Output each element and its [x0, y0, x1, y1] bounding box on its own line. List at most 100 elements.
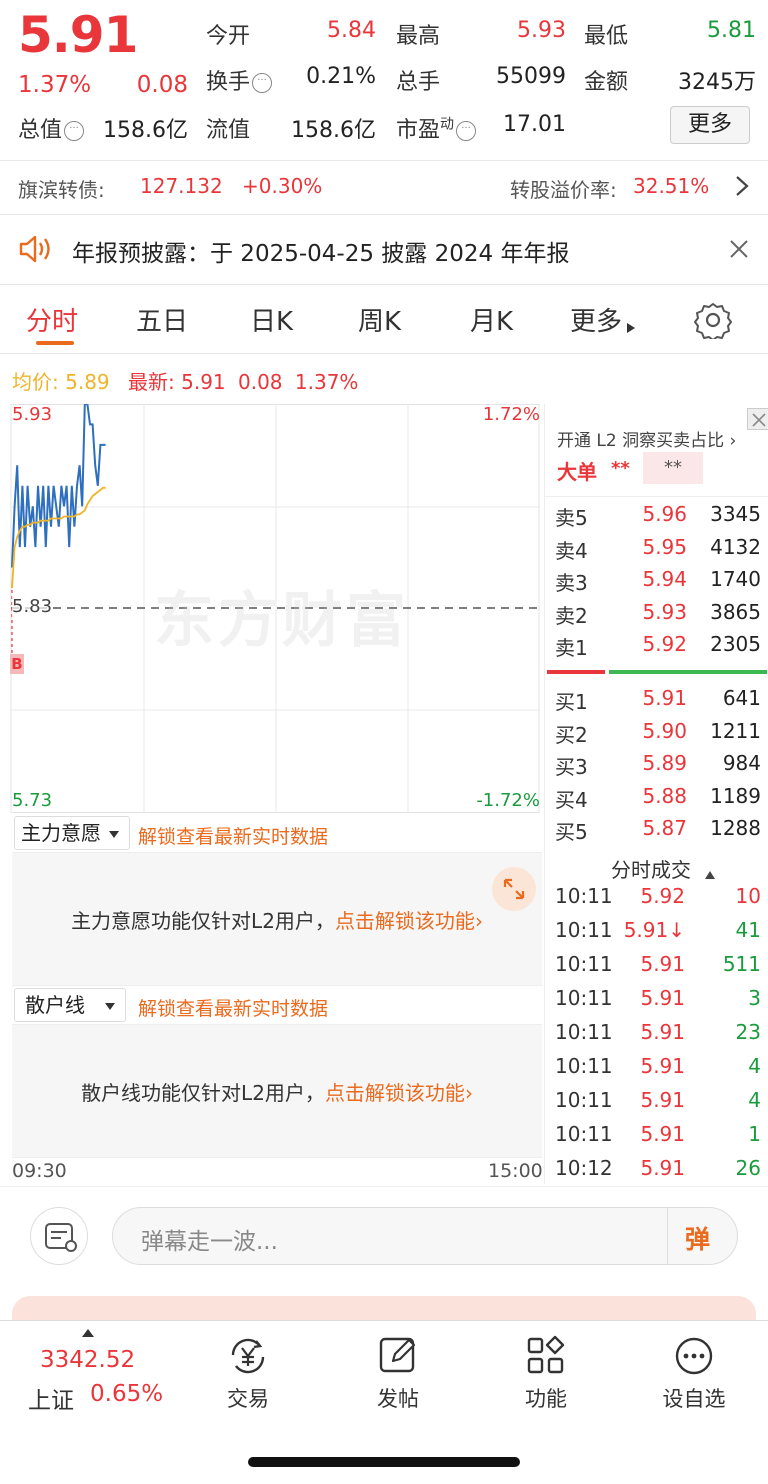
trade-volume: 4: [748, 1088, 761, 1112]
nav-post[interactable]: 发帖: [348, 1333, 448, 1413]
trade-time: 10:11: [555, 952, 613, 976]
bond-label: 旗滨转债:: [18, 178, 105, 202]
divider: [667, 1208, 668, 1264]
y-axis-mid: 5.83: [12, 596, 53, 617]
big-order-label: 大单: [557, 460, 597, 484]
l2-promo-link[interactable]: 开通 L2 洞察买卖占比 ›: [557, 426, 736, 451]
buy-point-marker[interactable]: B: [10, 654, 24, 674]
trade-time: 10:11: [555, 1054, 613, 1078]
home-indicator: [248, 1457, 520, 1467]
level-volume: 1288: [710, 816, 761, 840]
level-price: 5.92: [642, 632, 687, 656]
change-percent: 1.37%: [18, 72, 92, 98]
level-volume: 984: [722, 751, 761, 775]
close-icon[interactable]: [747, 408, 768, 430]
index-name[interactable]: 上证: [28, 1381, 74, 1415]
unlock-feature-link[interactable]: 点击解锁该功能›: [335, 909, 483, 933]
nav-add-watchlist-label: 设自选: [662, 1387, 726, 1411]
turnover-label[interactable]: 换手 ···: [206, 64, 273, 96]
sell-level-row[interactable]: 卖3 5.94 1740: [545, 567, 768, 599]
level-volume: 1211: [710, 718, 761, 743]
nav-features[interactable]: 功能: [496, 1333, 596, 1413]
gear-icon[interactable]: [694, 301, 732, 339]
tab-daily-k[interactable]: 日K: [250, 301, 293, 338]
convertible-bond-row[interactable]: 旗滨转债: 127.132 +0.30% 转股溢价率: 32.51%: [0, 160, 768, 214]
buy-level-row[interactable]: 买3 5.89 984: [545, 751, 768, 783]
tab-five-day[interactable]: 五日: [136, 301, 188, 338]
buy-level-row[interactable]: 买1 5.91 641: [545, 686, 768, 718]
index-value[interactable]: 3342.52: [40, 1347, 135, 1373]
tab-weekly-k[interactable]: 周K: [358, 301, 401, 338]
danmu-settings-icon[interactable]: [30, 1207, 88, 1265]
high-label: 最高: [396, 24, 441, 49]
retail-select[interactable]: 散户线: [14, 988, 126, 1022]
trade-volume: 26: [735, 1156, 761, 1180]
trade-time: 10:11: [555, 1122, 613, 1146]
info-icon[interactable]: ···: [456, 121, 477, 141]
premium-value: 32.51%: [633, 174, 710, 198]
intraday-chart[interactable]: 东方财富 5.93 5.83 5.73 1.72% -1.72% B: [10, 403, 542, 814]
level-volume: 1189: [710, 783, 761, 808]
pe-value: 17.01: [503, 112, 566, 137]
y-axis-top: 5.93: [12, 404, 53, 425]
trade-volume: 511: [722, 952, 761, 976]
latest-change: 0.08: [238, 370, 283, 394]
unlock-link[interactable]: 解锁查看最新实时数据: [138, 994, 328, 1021]
more-quote-button[interactable]: 更多: [670, 106, 750, 144]
retail-panel: 散户线功能仅针对L2用户，点击解锁该功能›: [12, 1024, 542, 1158]
tab-more[interactable]: 更多: [570, 301, 636, 338]
level-price: 5.94: [642, 567, 687, 591]
caret-down-icon: [109, 831, 119, 838]
pe-label[interactable]: 市盈动 ···: [396, 112, 477, 144]
nav-add-watchlist[interactable]: 设自选: [644, 1333, 744, 1413]
level-label: 买5: [555, 820, 588, 844]
level-price: 5.87: [642, 816, 687, 840]
amount-value: 3245万: [678, 70, 756, 95]
speaker-icon: [19, 235, 50, 263]
trade-time: 10:11: [555, 986, 613, 1010]
comment-bar: 弹幕走一波... 弹: [0, 1186, 768, 1282]
trades-title[interactable]: 分时成交: [611, 854, 715, 883]
trade-price: 5.92: [640, 884, 685, 908]
info-icon[interactable]: ···: [252, 73, 273, 93]
current-price: 5.91: [18, 6, 138, 64]
expand-icon[interactable]: [492, 867, 536, 911]
tab-monthly-k[interactable]: 月K: [470, 301, 513, 338]
level-price: 5.90: [642, 718, 687, 743]
bottom-nav: 3342.52 上证 0.65% 交易 发帖 功能 设自选: [0, 1320, 768, 1484]
trade-time: 10:11: [555, 1020, 613, 1044]
nav-trade-label: 交易: [227, 1387, 269, 1411]
trade-price: 5.91: [640, 1020, 685, 1044]
level-volume: 4132: [710, 534, 761, 559]
sell-level-row[interactable]: 卖2 5.93 3865: [545, 600, 768, 632]
tab-intraday[interactable]: 分时: [26, 301, 78, 338]
unlock-feature-link[interactable]: 点击解锁该功能›: [325, 1081, 473, 1105]
notice-bar[interactable]: 年报预披露：于 2025-04-25 披露 2024 年年报: [0, 214, 768, 284]
info-icon[interactable]: ···: [64, 121, 85, 141]
level-label: 卖1: [555, 636, 588, 660]
market-cap-label[interactable]: 总值 ···: [18, 112, 85, 144]
trade-volume: 4: [748, 1054, 761, 1078]
buy-level-row[interactable]: 买4 5.88 1189: [545, 784, 768, 816]
sell-level-row[interactable]: 卖1 5.92 2305: [545, 632, 768, 664]
main-force-panel: 主力意愿功能仅针对L2用户，点击解锁该功能›: [12, 852, 542, 986]
level-volume: 641: [722, 686, 761, 710]
sell-level-row[interactable]: 卖4 5.95 4132: [545, 535, 768, 567]
trade-price: 5.91↓: [623, 918, 685, 942]
dots-icon: [675, 1337, 713, 1375]
danmu-send-button[interactable]: 弹: [685, 1220, 710, 1256]
amount-label: 金额: [584, 70, 629, 95]
buy-level-row[interactable]: 买5 5.87 1288: [545, 816, 768, 848]
time-axis-start: 09:30: [12, 1160, 67, 1182]
close-icon[interactable]: [728, 238, 750, 260]
sell-level-row[interactable]: 卖5 5.96 3345: [545, 502, 768, 534]
volume-value: 55099: [496, 64, 566, 89]
nav-trade[interactable]: 交易: [198, 1333, 298, 1413]
chevron-right-icon: [736, 176, 749, 196]
buy-level-row[interactable]: 买2 5.90 1211: [545, 719, 768, 751]
danmu-input[interactable]: 弹幕走一波... 弹: [112, 1207, 738, 1265]
unlock-link[interactable]: 解锁查看最新实时数据: [138, 822, 328, 849]
main-force-select[interactable]: 主力意愿: [14, 816, 130, 850]
period-tabs: 分时 五日 日K 周K 月K 更多: [0, 284, 768, 354]
caret-down-icon: [105, 1003, 115, 1010]
